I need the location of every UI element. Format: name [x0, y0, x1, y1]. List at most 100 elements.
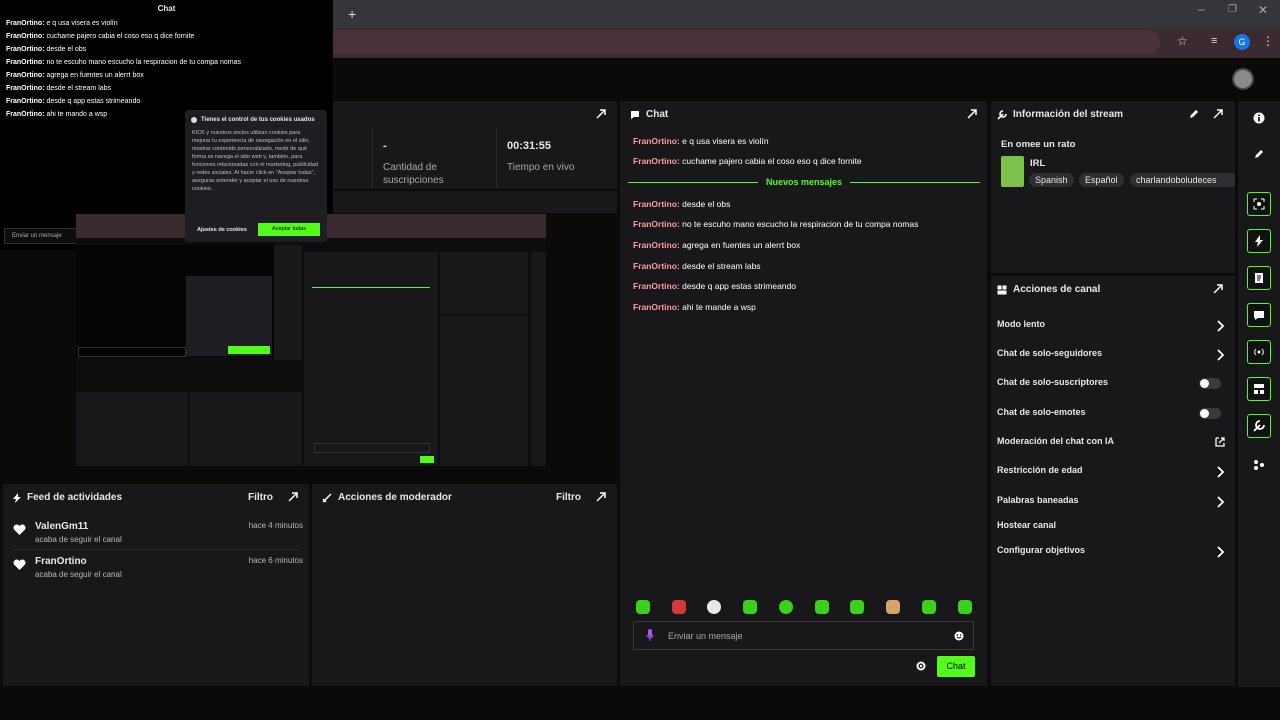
- minimize-icon[interactable]: –: [1198, 2, 1205, 16]
- followers-only-row[interactable]: Chat de solo-seguidores: [997, 348, 1229, 362]
- moderator-actions-header: Acciones de moderador: [322, 492, 452, 503]
- chat-message: FranOrtino: e q usa visera es violín: [633, 136, 769, 146]
- stream-category[interactable]: IRL: [1030, 158, 1045, 169]
- stream-info-panel: Información del stream En omee un rato I…: [991, 101, 1235, 273]
- chat-button[interactable]: [1247, 303, 1271, 327]
- moderator-actions-title: Acciones de moderador: [338, 492, 452, 503]
- apps-icon[interactable]: [1253, 459, 1265, 471]
- chat-bubble-icon: [1254, 311, 1264, 320]
- chat-input-placeholder: Enviar un mensaje: [668, 631, 743, 641]
- stats-strip: [333, 191, 617, 213]
- media-control-icon[interactable]: ≡: [1211, 35, 1217, 47]
- feed-filter-button[interactable]: Filtro: [248, 492, 273, 503]
- chevron-right-icon: [1217, 349, 1225, 361]
- broadcast-icon: [1254, 348, 1264, 356]
- popout-icon[interactable]: [595, 491, 607, 503]
- chat-header: Chat: [630, 109, 668, 120]
- popout-icon[interactable]: [1212, 283, 1224, 295]
- chat-settings-gear-icon[interactable]: [916, 661, 926, 671]
- chat-bubble-icon: [631, 110, 639, 119]
- info-icon[interactable]: [1253, 112, 1265, 124]
- layout-icon: [1254, 384, 1264, 394]
- popout-icon[interactable]: [287, 491, 299, 503]
- chevron-right-icon: [1217, 320, 1225, 332]
- popout-icon[interactable]: [1212, 108, 1224, 120]
- browser-tab-bar: + – ❐ ✕: [333, 0, 1280, 28]
- send-chat-button[interactable]: Chat: [937, 656, 975, 677]
- close-window-icon[interactable]: ✕: [1258, 3, 1268, 17]
- emoji-icon[interactable]: [954, 631, 964, 641]
- capture-icon: [1253, 198, 1265, 210]
- heart-icon: [13, 559, 26, 570]
- popout-message: FranOrtino: no te escuho mano escucho la…: [6, 59, 242, 66]
- document-button[interactable]: [1247, 266, 1271, 290]
- emote-button[interactable]: [636, 600, 650, 614]
- lightning-icon: [13, 492, 21, 503]
- tools-button[interactable]: [1247, 414, 1271, 438]
- address-bar[interactable]: ☆: [333, 30, 1188, 54]
- new-messages-divider: Nuevos mensajes: [628, 176, 980, 188]
- chat-title: Chat: [646, 109, 669, 120]
- stream-tag: Spanish: [1029, 173, 1074, 187]
- layout-icon: [997, 285, 1007, 294]
- emote-button[interactable]: [707, 600, 721, 614]
- broadcast-button[interactable]: [1247, 340, 1271, 364]
- live-time-value: 00:31:55: [507, 140, 552, 152]
- banned-words-row[interactable]: Palabras baneadas: [997, 495, 1229, 509]
- browser-menu-icon[interactable]: ⋮: [1262, 34, 1274, 48]
- popout-icon[interactable]: [595, 108, 607, 120]
- cookie-consent-popup: Tienes el control de tus cookies usados …: [185, 110, 327, 242]
- lightning-icon: [1255, 235, 1263, 247]
- category-thumbnail: [1001, 156, 1024, 187]
- layout-button[interactable]: [1247, 377, 1271, 401]
- emote-button[interactable]: [922, 600, 936, 614]
- emote-button[interactable]: [886, 600, 900, 614]
- cookie-body: KICK y nuestros socios utilizan cookies …: [192, 130, 318, 192]
- chat-message: FranOrtino: desde el obs: [633, 199, 731, 209]
- wrench-icon: [1253, 420, 1265, 432]
- microphone-icon[interactable]: [646, 629, 654, 642]
- chat-message: FranOrtino: ahi te mande a wsp: [633, 302, 756, 312]
- subscriptions-value: -: [383, 140, 387, 152]
- quick-action-button[interactable]: [1247, 229, 1271, 253]
- accept-cookies-button[interactable]: Aceptar todas: [258, 223, 320, 236]
- host-channel-row[interactable]: Hostear canal: [997, 520, 1229, 534]
- ai-moderation-row[interactable]: Moderación del chat con IA: [997, 436, 1229, 450]
- chat-panel: Chat FranOrtino: e q usa visera es violí…: [620, 101, 987, 686]
- slow-mode-row[interactable]: Modo lento: [997, 319, 1229, 333]
- emote-button[interactable]: [779, 600, 793, 614]
- feed-user[interactable]: ValenGm11: [35, 521, 88, 532]
- stream-title: En omee un rato: [1001, 139, 1076, 150]
- capture-button[interactable]: [1247, 192, 1271, 216]
- configure-goals-row[interactable]: Configurar objetivos: [997, 545, 1229, 559]
- emote-button[interactable]: [672, 600, 686, 614]
- user-avatar[interactable]: [1232, 68, 1254, 90]
- emote-button[interactable]: [958, 600, 972, 614]
- emotes-only-toggle[interactable]: [1199, 408, 1221, 419]
- maximize-icon[interactable]: ❐: [1228, 4, 1237, 15]
- new-tab-icon[interactable]: +: [348, 6, 356, 22]
- feed-description: acaba de seguir el canal: [35, 535, 122, 544]
- age-restriction-row[interactable]: Restricción de edad: [997, 465, 1229, 479]
- popout-message: FranOrtino: agrega en fuentes un alerrt …: [6, 72, 144, 79]
- activity-feed-panel: Feed de actividades Filtro ValenGm11 aca…: [3, 484, 309, 686]
- popout-title: Chat: [157, 4, 176, 13]
- chat-message-input[interactable]: Enviar un mensaje: [633, 621, 974, 650]
- edit-pencil-icon[interactable]: [1254, 149, 1264, 159]
- feed-user[interactable]: FranOrtino: [35, 556, 87, 567]
- emote-button[interactable]: [815, 600, 829, 614]
- chat-message: FranOrtino: no te escuho mano escucho la…: [633, 219, 919, 229]
- emote-button[interactable]: [743, 600, 757, 614]
- cookie-settings-button[interactable]: Ajustes de cookies: [197, 227, 247, 233]
- stats-panel: - Cantidad de suscripciones 00:31:55 Tie…: [333, 101, 617, 189]
- document-icon: [1255, 273, 1263, 283]
- subscribers-only-toggle[interactable]: [1199, 378, 1221, 389]
- mod-filter-button[interactable]: Filtro: [556, 492, 581, 503]
- profile-avatar[interactable]: G: [1234, 34, 1250, 50]
- emote-button[interactable]: [850, 600, 864, 614]
- subscribers-only-row: Chat de solo-suscriptores: [997, 377, 1229, 391]
- edit-pencil-icon[interactable]: [1189, 109, 1199, 119]
- bookmark-star-icon[interactable]: ☆: [1177, 34, 1188, 48]
- popout-icon[interactable]: [966, 108, 978, 120]
- activity-feed-title: Feed de actividades: [27, 492, 123, 503]
